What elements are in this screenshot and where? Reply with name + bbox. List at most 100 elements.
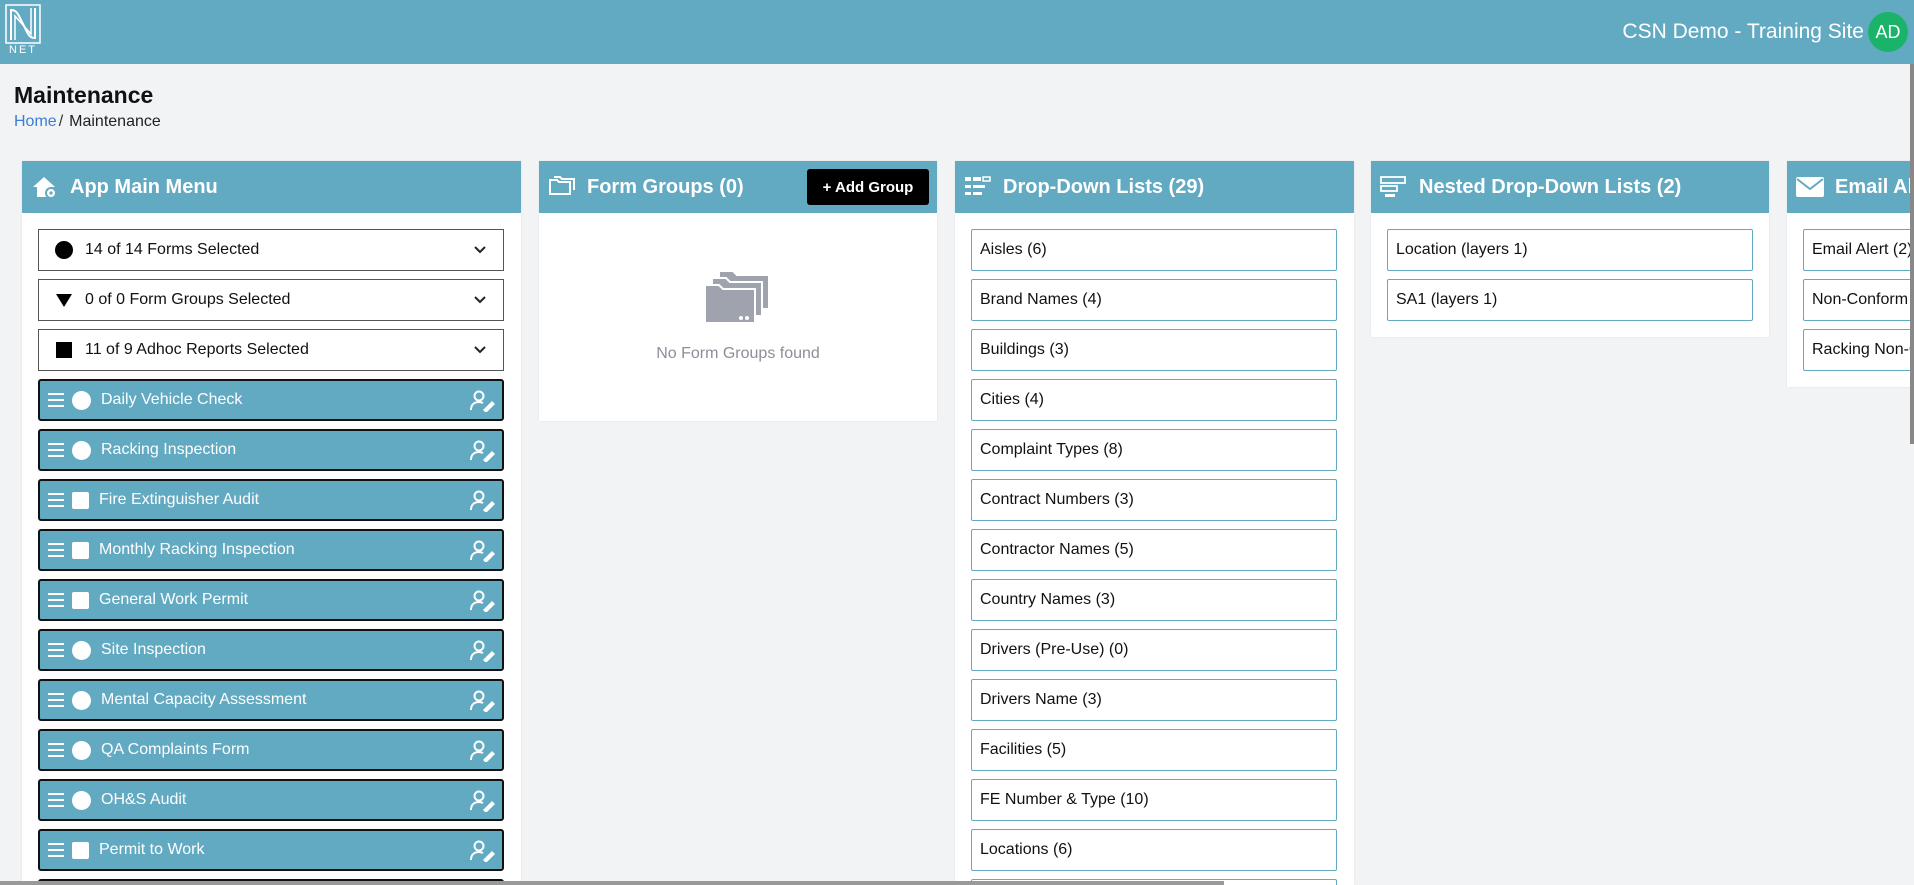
drag-handle-icon[interactable]	[48, 643, 64, 657]
form-row[interactable]: General Work Permit	[38, 579, 504, 621]
email-alerts-title: Email Ale	[1835, 175, 1914, 198]
add-group-button[interactable]: + Add Group	[807, 169, 929, 205]
drag-handle-icon[interactable]	[48, 693, 64, 707]
page-title: Maintenance	[14, 82, 154, 108]
dropdown-list-item[interactable]: Buildings (3)	[971, 329, 1337, 371]
dropdown-list-item[interactable]: Country Names (3)	[971, 579, 1337, 621]
form-groups-title: Form Groups (0)	[587, 175, 744, 198]
dropdown-list-item[interactable]: Contract Numbers (3)	[971, 479, 1337, 521]
breadcrumb-current: Maintenance	[69, 113, 161, 130]
email-alert-item[interactable]: Racking Non-C	[1803, 329, 1914, 371]
dropdown-list-item[interactable]: Brand Names (4)	[971, 279, 1337, 321]
form-label: OH&S Audit	[101, 791, 187, 808]
form-row[interactable]: Monthly Racking Inspection	[38, 529, 504, 571]
dropdown-list-item[interactable]: Drivers Name (3)	[971, 679, 1337, 721]
user-edit-icon[interactable]	[470, 840, 496, 867]
form-label: Mental Capacity Assessment	[101, 691, 307, 708]
email-alerts-header: Email Ale	[1787, 161, 1914, 213]
chevron-down-icon	[473, 342, 487, 361]
form-row[interactable]: Permit to Work	[38, 829, 504, 871]
user-edit-icon[interactable]	[470, 390, 496, 417]
form-row[interactable]: Site Inspection	[38, 629, 504, 671]
user-edit-icon[interactable]	[470, 740, 496, 767]
user-edit-icon[interactable]	[470, 590, 496, 617]
logo-text: NET	[9, 44, 37, 56]
dropdown-lists-header: Drop-Down Lists (29)	[955, 161, 1354, 213]
form-groups-panel: Form Groups (0) + Add Group No Form Grou…	[539, 161, 937, 421]
circle-marker-icon	[72, 790, 91, 810]
form-row[interactable]: QA Complaints Form	[38, 729, 504, 771]
circle-marker-icon	[72, 440, 91, 460]
form-label: Daily Vehicle Check	[101, 391, 243, 408]
site-title[interactable]: CSN Demo - Training Site	[1622, 20, 1864, 44]
app-logo[interactable]: NET	[5, 4, 41, 58]
form-row[interactable]: OH&S Audit	[38, 779, 504, 821]
square-marker-icon	[72, 591, 89, 609]
user-edit-icon[interactable]	[470, 540, 496, 567]
square-filled-icon	[55, 341, 73, 359]
nested-lists-title: Nested Drop-Down Lists (2)	[1419, 175, 1682, 198]
form-label: General Work Permit	[99, 591, 249, 608]
drag-handle-icon[interactable]	[48, 493, 64, 507]
dropdown-list-item[interactable]: FE Number & Type (10)	[971, 779, 1337, 821]
form-row[interactable]: Racking Inspection	[38, 429, 504, 471]
vertical-scrollbar[interactable]	[1910, 64, 1914, 444]
square-marker-icon	[72, 841, 89, 859]
email-alert-item[interactable]: Email Alert (2)	[1803, 229, 1914, 271]
dropdown-list-item[interactable]: Cities (4)	[971, 379, 1337, 421]
circle-marker-icon	[72, 740, 91, 760]
dropdown-list-item[interactable]: Aisles (6)	[971, 229, 1337, 271]
nested-list-item[interactable]: SA1 (layers 1)	[1387, 279, 1753, 321]
user-avatar[interactable]: AD	[1868, 12, 1908, 52]
drag-handle-icon[interactable]	[48, 843, 64, 857]
form-label: Permit to Work	[99, 841, 205, 858]
circle-marker-icon	[72, 640, 91, 660]
adhoc-reports-selector-label: 11 of 9 Adhoc Reports Selected	[85, 341, 309, 358]
drag-handle-icon[interactable]	[48, 393, 64, 407]
circle-marker-icon	[72, 690, 91, 710]
dropdown-list-item[interactable]: Locations (6)	[971, 829, 1337, 871]
forms-selector[interactable]: 14 of 14 Forms Selected	[38, 229, 504, 271]
form-label: Racking Inspection	[101, 441, 237, 458]
horizontal-scrollbar[interactable]	[0, 881, 1224, 885]
drag-handle-icon[interactable]	[48, 593, 64, 607]
breadcrumb: Home / Maintenance	[14, 113, 161, 131]
form-row[interactable]: Fire Extinguisher Audit	[38, 479, 504, 521]
square-marker-icon	[72, 541, 89, 559]
breadcrumb-separator: /	[58, 113, 64, 130]
drag-handle-icon[interactable]	[48, 743, 64, 757]
top-navbar: NET CSN Demo - Training Site AD	[0, 0, 1914, 64]
adhoc-reports-selector[interactable]: 11 of 9 Adhoc Reports Selected	[38, 329, 504, 371]
user-edit-icon[interactable]	[470, 440, 496, 467]
dropdown-lists-title: Drop-Down Lists (29)	[1003, 175, 1205, 198]
app-main-menu-panel: App Main Menu 14 of 14 Forms Selected 0 …	[22, 161, 521, 885]
user-edit-icon[interactable]	[470, 790, 496, 817]
form-row[interactable]: Mental Capacity Assessment	[38, 679, 504, 721]
home-settings-icon	[30, 174, 60, 200]
drag-handle-icon[interactable]	[48, 443, 64, 457]
list-settings-icon	[963, 174, 993, 200]
form-groups-header: Form Groups (0) + Add Group	[539, 161, 937, 213]
user-edit-icon[interactable]	[470, 690, 496, 717]
square-marker-icon	[72, 491, 89, 509]
email-alert-item[interactable]: Non-Conform	[1803, 279, 1914, 321]
form-label: QA Complaints Form	[101, 741, 250, 758]
envelope-icon	[1795, 174, 1825, 200]
dropdown-list-item[interactable]: Contractor Names (5)	[971, 529, 1337, 571]
form-groups-selector[interactable]: 0 of 0 Form Groups Selected	[38, 279, 504, 321]
drag-handle-icon[interactable]	[48, 793, 64, 807]
dropdown-list-item[interactable]: Drivers (Pre-Use) (0)	[971, 629, 1337, 671]
nested-list-item[interactable]: Location (layers 1)	[1387, 229, 1753, 271]
chevron-down-icon	[473, 292, 487, 311]
breadcrumb-home-link[interactable]: Home	[14, 113, 57, 130]
folders-icon	[547, 174, 577, 200]
empty-state-text: No Form Groups found	[656, 345, 820, 362]
user-edit-icon[interactable]	[470, 490, 496, 517]
dropdown-list-item[interactable]: Facilities (5)	[971, 729, 1337, 771]
dropdown-list-item[interactable]: Complaint Types (8)	[971, 429, 1337, 471]
user-edit-icon[interactable]	[470, 640, 496, 667]
drag-handle-icon[interactable]	[48, 543, 64, 557]
form-row[interactable]: Daily Vehicle Check	[38, 379, 504, 421]
triangle-down-icon	[55, 291, 73, 309]
chevron-down-icon	[473, 242, 487, 261]
